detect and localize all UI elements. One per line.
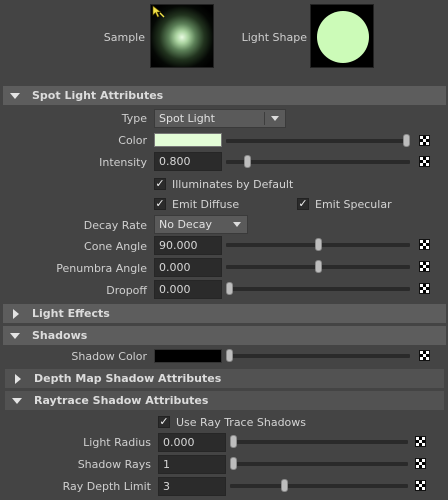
emit-diffuse-checkbox[interactable]: ✓ — [154, 198, 166, 210]
penumbra-angle-field[interactable]: 0.000 — [154, 258, 222, 277]
map-button-checker-icon[interactable] — [419, 283, 430, 294]
cone-angle-slider-thumb[interactable] — [314, 238, 322, 251]
section-title: Depth Map Shadow Attributes — [34, 372, 222, 385]
dropoff-label: Dropoff — [106, 284, 147, 297]
dropoff-slider-track[interactable] — [226, 287, 410, 291]
intensity-slider-thumb[interactable] — [243, 155, 251, 168]
shadow-color-slider-track[interactable] — [226, 354, 410, 358]
map-button-checker-icon[interactable] — [415, 480, 426, 491]
map-button-checker-icon[interactable] — [415, 436, 426, 447]
light-shape-swatch[interactable] — [310, 4, 374, 68]
ray-depth-limit-slider-thumb[interactable] — [281, 479, 289, 492]
shadow-rays-label: Shadow Rays — [77, 458, 151, 471]
emit-specular-label: Emit Specular — [315, 198, 392, 211]
chevron-down-icon — [233, 222, 241, 227]
light-radius-slider-track[interactable] — [230, 440, 408, 444]
section-title: Shadows — [32, 329, 88, 342]
collapse-arrow-icon — [10, 332, 20, 339]
checkmark-icon: ✓ — [159, 415, 169, 428]
raytrace-shadow-header[interactable]: Raytrace Shadow Attributes — [5, 391, 444, 410]
depth-map-shadow-header[interactable]: Depth Map Shadow Attributes — [5, 369, 444, 388]
color-swatch-field[interactable] — [154, 133, 222, 147]
light-radius-slider-thumb[interactable] — [230, 435, 237, 448]
decay-rate-dropdown[interactable]: No Decay — [154, 215, 248, 234]
dropoff-slider-thumb[interactable] — [226, 282, 233, 295]
chevron-down-icon — [271, 116, 279, 121]
light-effects-header[interactable]: Light Effects — [3, 304, 446, 323]
emit-specular-checkbox[interactable]: ✓ — [297, 198, 309, 210]
map-button-checker-icon[interactable] — [419, 135, 430, 146]
color-label: Color — [118, 134, 147, 147]
type-label: Type — [121, 112, 147, 125]
illuminates-checkbox[interactable]: ✓ — [154, 178, 166, 190]
cone-angle-label: Cone Angle — [84, 240, 147, 253]
use-raytrace-checkbox[interactable]: ✓ — [158, 416, 170, 428]
map-button-checker-icon[interactable] — [419, 350, 430, 361]
emit-diffuse-label: Emit Diffuse — [172, 198, 240, 211]
shadow-rays-slider-track[interactable] — [230, 462, 408, 466]
shadow-rays-slider-thumb[interactable] — [230, 457, 237, 470]
shadow-color-slider-thumb[interactable] — [226, 349, 233, 362]
use-raytrace-label: Use Ray Trace Shadows — [176, 416, 307, 429]
sample-swatch[interactable] — [150, 4, 214, 68]
sample-label: Sample — [103, 31, 145, 44]
map-button-checker-icon[interactable] — [419, 261, 430, 272]
dropoff-field[interactable]: 0.000 — [154, 280, 222, 299]
light-shape-label: Light Shape — [241, 31, 307, 44]
light-shape-disc — [317, 11, 369, 63]
dropdown-separator — [264, 112, 265, 125]
intensity-field[interactable]: 0.800 — [154, 152, 222, 171]
checkmark-icon: ✓ — [298, 197, 308, 210]
intensity-label: Intensity — [99, 156, 147, 169]
map-button-checker-icon[interactable] — [415, 458, 426, 469]
shadow-rays-field[interactable]: 1 — [158, 455, 226, 474]
shadows-header[interactable]: Shadows — [3, 326, 446, 345]
ray-depth-limit-slider-track[interactable] — [230, 484, 408, 488]
cone-angle-field[interactable]: 90.000 — [154, 236, 222, 255]
expand-arrow-icon — [15, 373, 21, 384]
color-slider-track[interactable] — [226, 139, 410, 143]
decay-rate-label: Decay Rate — [83, 219, 147, 232]
ray-depth-limit-field[interactable]: 3 — [158, 477, 226, 496]
penumbra-angle-label: Penumbra Angle — [56, 262, 147, 275]
intensity-slider-track[interactable] — [226, 160, 410, 164]
map-button-checker-icon[interactable] — [419, 156, 430, 167]
light-radius-field[interactable]: 0.000 — [158, 433, 226, 452]
section-title: Light Effects — [32, 307, 110, 320]
section-title: Spot Light Attributes — [32, 89, 164, 102]
map-button-checker-icon[interactable] — [419, 239, 430, 250]
penumbra-angle-slider-thumb[interactable] — [314, 260, 322, 273]
checkmark-icon: ✓ — [155, 197, 165, 210]
light-radius-label: Light Radius — [83, 436, 151, 449]
type-dropdown[interactable]: Spot Light — [154, 109, 286, 128]
pointer-icon — [151, 5, 167, 21]
color-slider-thumb[interactable] — [403, 134, 410, 147]
collapse-arrow-icon — [12, 397, 22, 404]
collapse-arrow-icon — [10, 92, 20, 99]
shadow-color-swatch-field[interactable] — [154, 349, 222, 363]
checkmark-icon: ✓ — [155, 177, 165, 190]
decay-rate-value: No Decay — [159, 218, 212, 231]
shadow-color-label: Shadow Color — [71, 350, 147, 363]
section-title: Raytrace Shadow Attributes — [34, 394, 209, 407]
illuminates-label: Illuminates by Default — [172, 178, 294, 191]
ray-depth-limit-label: Ray Depth Limit — [62, 480, 151, 493]
expand-arrow-icon — [13, 308, 19, 319]
spot-light-attributes-header[interactable]: Spot Light Attributes — [3, 86, 446, 105]
type-value: Spot Light — [159, 112, 215, 125]
